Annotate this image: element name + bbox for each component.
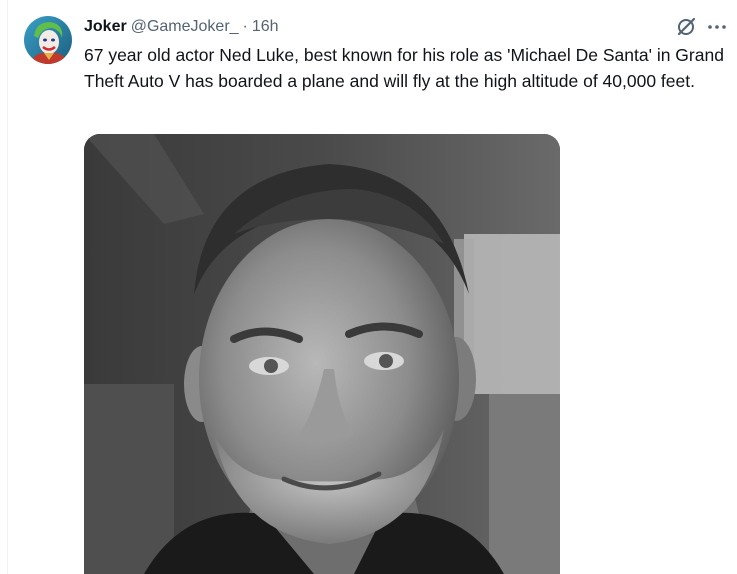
separator-dot: · bbox=[242, 18, 248, 35]
tweet-header: Joker @GameJoker_ · 16h bbox=[84, 16, 279, 38]
tweet[interactable]: Joker @GameJoker_ · 16h 67 year old acto… bbox=[0, 0, 737, 574]
grok-icon[interactable] bbox=[675, 16, 697, 38]
author-name[interactable]: Joker bbox=[84, 18, 127, 36]
avatar[interactable] bbox=[24, 16, 72, 64]
more-dots-icon[interactable] bbox=[706, 16, 728, 38]
timestamp[interactable]: 16h bbox=[252, 18, 279, 36]
photo-image bbox=[84, 134, 560, 574]
tweet-photo[interactable] bbox=[84, 134, 560, 574]
avatar-image bbox=[24, 16, 72, 64]
timeline-divider bbox=[7, 0, 8, 574]
grok-icon-graphic bbox=[677, 17, 696, 36]
tweet-text: 67 year old actor Ned Luke, best known f… bbox=[84, 45, 724, 91]
more-dots-graphic bbox=[708, 25, 726, 29]
author-handle[interactable]: @GameJoker_ bbox=[131, 18, 239, 36]
